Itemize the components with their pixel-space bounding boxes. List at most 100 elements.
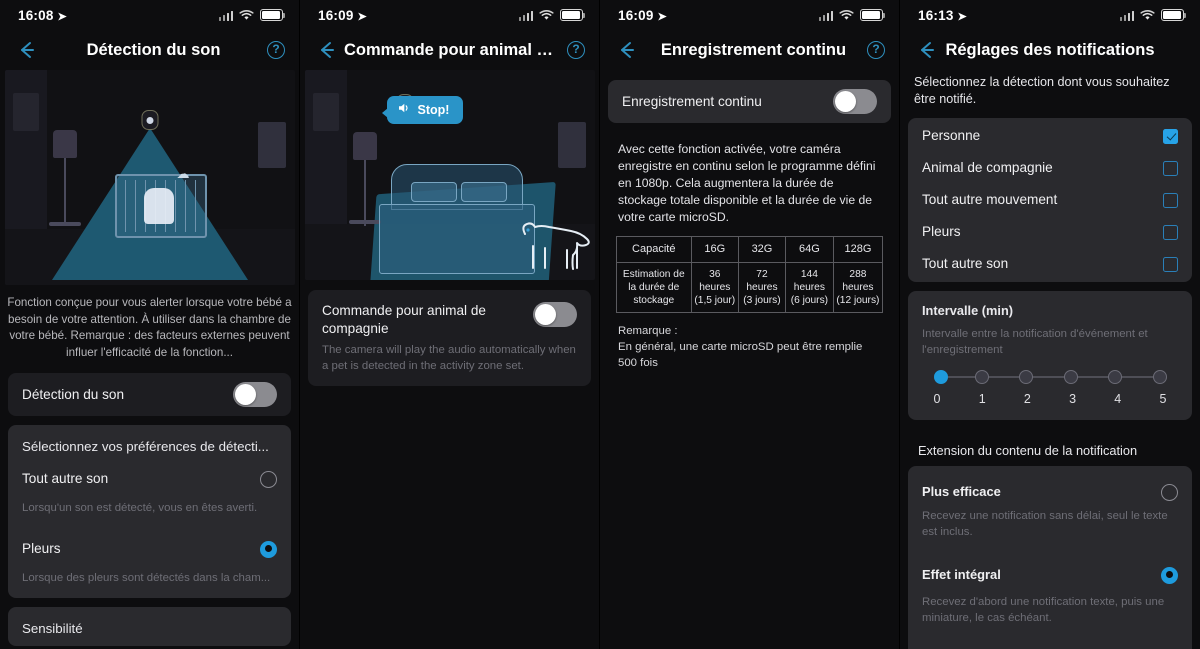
storage-table: Capacité 16G 32G 64G 128G Estimation de … [616,236,884,313]
back-arrow-icon[interactable] [14,37,40,63]
status-bar: 16:09 ➤ [600,0,899,30]
continuous-recording-toggle[interactable] [833,89,877,114]
back-arrow-icon[interactable] [614,37,640,63]
status-time: 16:09 ➤ [618,7,667,23]
signal-bars-icon [218,10,233,21]
checkbox-row-pet[interactable]: Animal de compagnie [922,152,1178,184]
table-cell: Estimation de la durée de stockage [616,262,692,313]
checkbox[interactable] [1163,128,1178,144]
pet-command-sub: The camera will play the audio automatic… [322,344,576,372]
table-header-cell: 128G [832,236,884,263]
extension-row-efficient[interactable]: Plus efficace [922,466,1178,508]
table-header-cell: 16G [690,236,740,263]
checkbox[interactable] [1163,256,1178,272]
extension-row-thumbnail[interactable]: Inclure la vignette [922,638,1178,649]
checkbox[interactable] [1163,192,1178,208]
slider-dot-1[interactable] [974,370,989,384]
location-arrow-icon: ➤ [57,10,67,23]
page-title: Réglages des notifications [945,40,1155,59]
checkbox-label: Tout autre son [922,256,1009,271]
help-circle-icon[interactable]: ? [567,41,585,59]
slider-track[interactable] [934,370,1167,384]
pillow-right [460,182,507,202]
sensitivity-label: Sensibilité [22,621,83,636]
location-arrow-icon: ➤ [657,10,667,23]
checkbox-row-crying[interactable]: Pleurs [922,216,1178,248]
status-time: 16:09 ➤ [318,7,367,23]
camera-icon [141,110,158,130]
pet-command-label: Commande pour animal de compagnie [322,303,486,336]
status-time: 16:08 ➤ [18,7,67,23]
help-circle-icon[interactable]: ? [867,41,885,59]
pet-command-card[interactable]: Commande pour animal de compagnie The ca… [308,290,591,386]
checkbox-row-other-sound[interactable]: Tout autre son [922,248,1178,280]
lamp-base [48,222,81,226]
checkbox-row-other-motion[interactable]: Tout autre mouvement [922,184,1178,216]
nav-bar: Commande pour animal de... ? [300,30,599,70]
slider-dot-3[interactable] [1063,370,1078,384]
table-cell: 288 heures (12 jours) [832,262,884,313]
status-bar: 16:09 ➤ [300,0,599,30]
continuous-recording-label: Enregistrement continu [622,93,762,109]
extension-row-full[interactable]: Effet intégral [922,552,1178,594]
option-sub: Lorsque des pleurs sont détectés dans la… [22,572,271,584]
option-row-crying[interactable]: Pleurs [22,528,277,570]
picture-right [257,122,286,168]
extension-sub: Recevez une notification sans délai, seu… [922,510,1168,538]
help-circle-icon[interactable]: ? [267,41,285,59]
continuous-recording-card[interactable]: Enregistrement continu [608,80,891,123]
status-bar: 16:13 ➤ [900,0,1200,30]
slider-dot-4[interactable] [1108,370,1123,384]
slider-tick: 3 [1069,392,1077,406]
page-title: Enregistrement continu [660,40,847,59]
extension-label: Effet intégral [922,567,1001,582]
detection-preferences-card: Sélectionnez vos préférences de détecti.… [8,425,291,598]
option-label: Tout autre son [22,471,109,486]
back-arrow-icon[interactable] [314,37,340,63]
interval-title: Intervalle (min) [922,303,1014,318]
battery-icon [260,9,286,21]
extension-radio[interactable] [1161,566,1178,584]
option-row-any-sound[interactable]: Tout autre son [22,458,277,500]
battery-icon [1161,9,1187,21]
slider-tick: 2 [1023,392,1031,406]
location-arrow-icon: ➤ [957,10,967,23]
interval-slider[interactable]: 0 1 2 3 4 5 [922,358,1178,420]
pet-command-toggle[interactable] [533,302,577,327]
checkbox[interactable] [1163,224,1178,240]
sound-detection-toggle-card[interactable]: Détection du son [8,373,291,416]
table-header-cell: Capacité [616,236,692,263]
extension-sub: Recevez d'abord une notification texte, … [922,596,1165,624]
extension-radio[interactable] [1161,483,1178,501]
sound-detection-toggle[interactable] [233,382,277,407]
option-radio[interactable] [260,470,277,488]
status-bar: 16:08 ➤ [0,0,299,30]
panel-notification-settings: 16:13 ➤ Réglages des notifications Sélect… [900,0,1200,649]
slider-dot-2[interactable] [1019,370,1034,384]
wifi-icon [539,9,554,21]
lamp [52,130,77,224]
sensitivity-card[interactable]: Sensibilité [8,607,291,646]
panel-pet-command: 16:09 ➤ Commande pour animal de... ? Stop… [300,0,600,649]
battery-icon [860,9,886,21]
option-radio[interactable] [260,540,277,558]
slider-line [941,376,1159,378]
nav-bar: Réglages des notifications [900,30,1200,70]
slider-dot-0[interactable] [934,370,948,384]
slider-tick: 4 [1114,392,1122,406]
nav-bar: Enregistrement continu ? [600,30,899,70]
pillow-left [410,182,457,202]
speaker-icon [398,102,411,117]
checkbox-row-person[interactable]: Personne [922,120,1178,152]
slider-dot-5[interactable] [1152,370,1167,384]
back-arrow-icon[interactable] [914,37,940,63]
checkbox[interactable] [1163,160,1178,176]
option-sub: Lorsqu'un son est détecté, vous en êtes … [22,502,258,514]
slider-tick: 0 [933,392,941,406]
recording-description: Avec cette fonction activée, votre camér… [618,142,876,224]
bubble-text: Stop! [417,102,450,117]
table-cell: 144 heures (6 jours) [784,262,834,313]
picture-left [12,93,39,131]
slider-tick: 1 [978,392,986,406]
bedroom-illustration: Stop! [304,70,595,280]
